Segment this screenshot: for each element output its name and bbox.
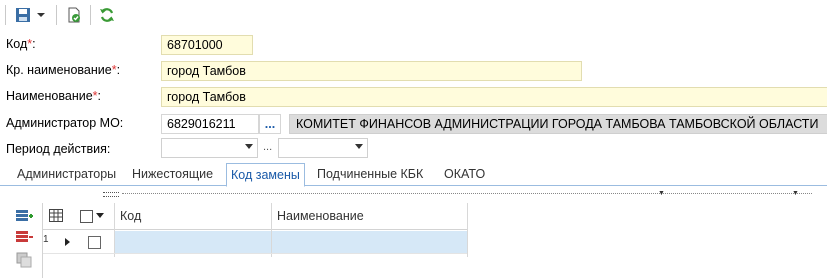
code-field[interactable]: 68701000 <box>161 35 253 55</box>
splitter-bar[interactable]: ▼ ▼ <box>0 190 827 198</box>
label-colon: : <box>116 63 121 77</box>
code-label: Код*: <box>6 37 36 51</box>
splitter-arrow-right: ▼ <box>792 190 799 197</box>
chevron-down-icon[interactable] <box>96 213 104 218</box>
period-separator: ... <box>263 141 273 153</box>
grid-header <box>43 203 467 230</box>
splitter-arrow-left: ▼ <box>658 190 665 197</box>
row-selection-cell[interactable] <box>75 231 114 253</box>
admin-mo-name-field: КОМИТЕТ ФИНАНСОВ АДМИНИСТРАЦИИ ГОРОДА ТА… <box>289 114 827 134</box>
table-settings-icon <box>49 209 63 222</box>
delete-row-button[interactable] <box>15 229 35 247</box>
label-colon: : <box>97 89 102 103</box>
row-checkbox[interactable] <box>88 236 101 249</box>
admin-mo-inn-field[interactable]: 6829016211 <box>161 114 259 134</box>
period-to-select[interactable] <box>278 138 368 158</box>
save-options-dropdown[interactable] <box>34 4 48 26</box>
name-label: Наименование*: <box>6 89 102 103</box>
add-row-icon <box>16 210 33 221</box>
tab-okato[interactable]: ОКАТО <box>444 163 485 185</box>
grid-row-bottom-line <box>43 253 467 254</box>
copy-row-icon <box>16 252 32 268</box>
tab-administrators[interactable]: Администраторы <box>17 163 116 185</box>
tab-subordinate-kbk[interactable]: Подчиненные КБК <box>317 163 423 185</box>
select-all-checkbox[interactable] <box>80 210 93 223</box>
tab-replacement-code[interactable]: Код замены <box>226 163 305 187</box>
grid-settings-button[interactable] <box>49 209 63 223</box>
row-number: 1 <box>43 234 49 245</box>
copy-row-button[interactable] <box>15 252 35 270</box>
tab-subordinates[interactable]: Нижестоящие <box>132 163 213 185</box>
grid: Код Наименование 1 <box>42 203 827 278</box>
toolbar <box>0 0 827 30</box>
short-name-field[interactable]: город Тамбов <box>161 61 582 81</box>
check-document-icon <box>68 7 80 23</box>
save-icon <box>16 8 30 22</box>
toolbar-separator <box>56 5 57 25</box>
grid-divider <box>467 203 468 257</box>
refresh-icon <box>100 8 114 22</box>
period-label: Период действия: <box>6 142 111 156</box>
admin-mo-lookup-button[interactable]: ... <box>259 114 281 134</box>
row-current-indicator <box>65 238 70 246</box>
short-name-label: Кр. наименование*: <box>6 63 121 77</box>
name-field[interactable]: город Тамбов <box>161 87 827 107</box>
refresh-button[interactable] <box>96 4 118 26</box>
period-from-select[interactable] <box>161 138 258 158</box>
admin-mo-label: Администратор МО: <box>6 116 124 130</box>
label-colon: : <box>32 37 36 51</box>
table-row[interactable]: 1 <box>43 231 467 253</box>
splitter-dotted-line <box>122 193 812 194</box>
chevron-down-icon <box>245 144 253 149</box>
column-header-code[interactable]: Код <box>120 209 141 223</box>
chevron-down-icon <box>37 13 45 17</box>
add-row-button[interactable] <box>15 208 35 226</box>
delete-row-icon <box>16 231 33 242</box>
check-document-button[interactable] <box>63 4 85 26</box>
column-header-name[interactable]: Наименование <box>277 209 364 223</box>
tab-strip-line <box>0 185 827 186</box>
toolbar-separator <box>90 5 91 25</box>
save-button[interactable] <box>12 4 34 26</box>
chevron-down-icon <box>355 144 363 149</box>
splitter-grip <box>103 192 119 197</box>
cell-code[interactable] <box>115 231 271 253</box>
toolbar-separator <box>5 5 6 25</box>
cell-name[interactable] <box>272 231 467 253</box>
